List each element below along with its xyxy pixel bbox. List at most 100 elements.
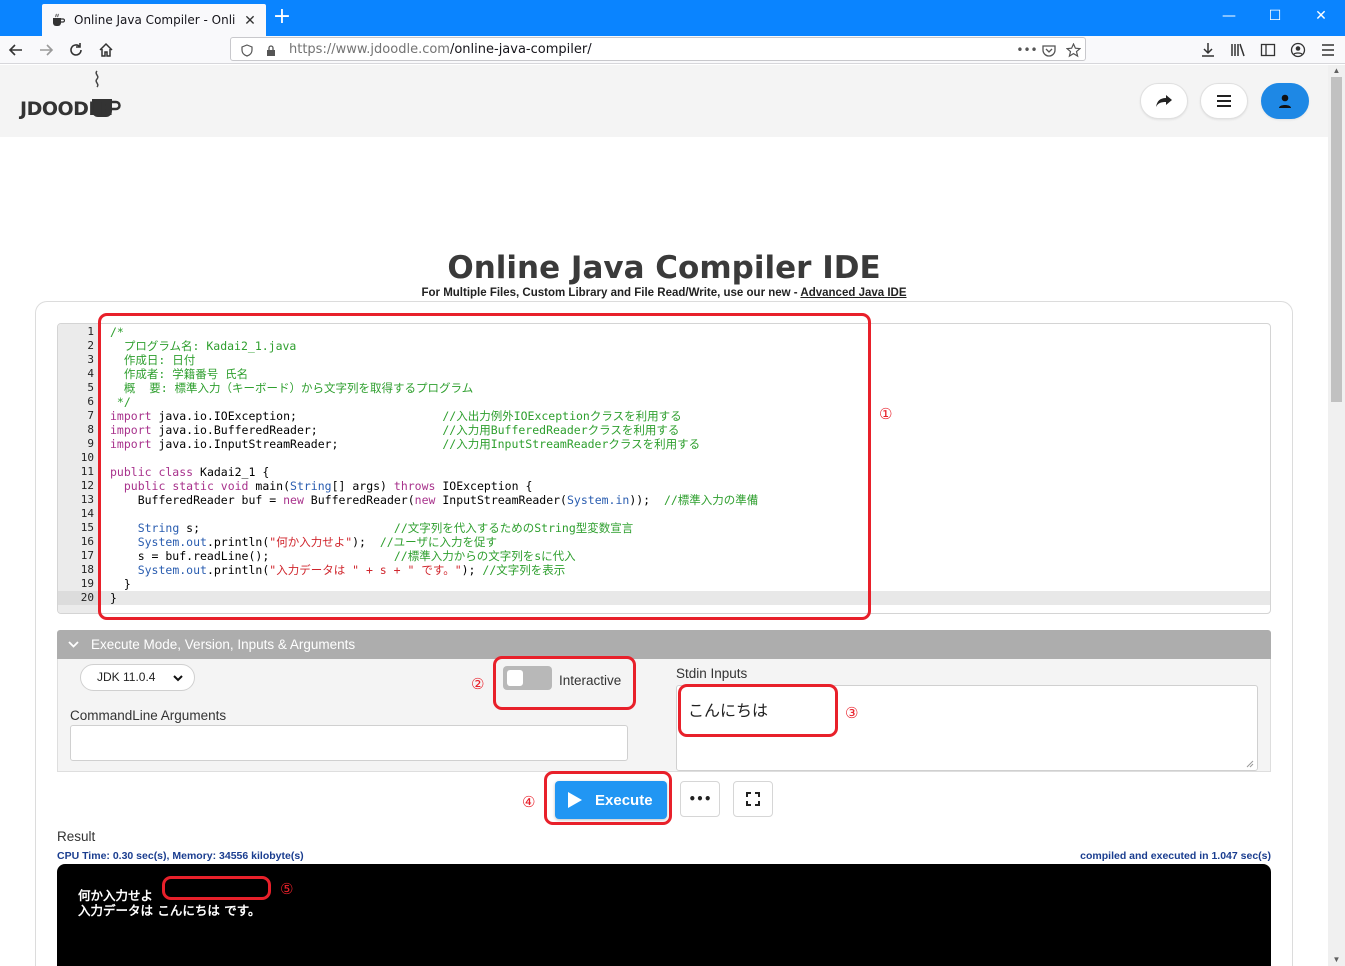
new-tab-button[interactable]: + [270,6,294,30]
url-path: /online-java-compiler/ [449,42,592,57]
fullscreen-icon [746,792,760,806]
downloads-button[interactable] [1196,38,1220,62]
fullscreen-button[interactable] [733,781,773,817]
options-header-label: Execute Mode, Version, Inputs & Argument… [91,637,356,652]
browser-tab[interactable]: Online Java Compiler - Online ✕ [42,4,266,36]
line-number: 7 [87,409,94,422]
page-title: Online Java Compiler IDE [447,250,881,286]
advanced-ide-link[interactable]: Advanced Java IDE [800,287,906,299]
hamburger-icon [1217,95,1231,107]
line-number: 15 [80,521,94,534]
annotation-number-1: ① [879,405,893,423]
annotation-number-4: ④ [522,793,536,811]
user-icon [1279,94,1291,108]
menu-button[interactable] [1316,38,1340,62]
cpu-memory-info: CPU Time: 0.30 sec(s), Memory: 34556 kil… [57,850,304,862]
cmdline-label: CommandLine Arguments [70,708,227,723]
annotation-number-5: ⑤ [280,880,294,898]
subtitle-text: For Multiple Files, Custom Library and F… [421,287,801,299]
hamburger-menu-icon [1322,44,1334,56]
header-menu-button[interactable] [1200,83,1248,119]
page-scrollbar[interactable]: ▲ ▼ [1328,65,1345,966]
options-panel-header[interactable]: Execute Mode, Version, Inputs & Argument… [57,630,1271,659]
window-minimize-button[interactable]: — [1206,0,1252,32]
annotation-box-1 [98,313,871,620]
sidebar-icon [1260,43,1276,57]
line-number: 8 [87,423,94,436]
library-icon [1231,43,1245,57]
line-number: 13 [80,493,94,506]
back-button[interactable] [4,38,28,62]
forward-arrow-icon [40,44,54,56]
reload-button[interactable] [64,38,88,62]
tab-close-icon[interactable]: ✕ [242,12,258,28]
cmdline-args-input[interactable] [70,725,628,761]
compile-time-info: compiled and executed in 1.047 sec(s) [1080,850,1271,862]
line-number: 20 [80,591,94,604]
output-line: 入力データは こんにちは です。 [78,903,261,918]
jdoodle-logo[interactable]: JDOODLE [18,67,128,127]
scroll-down-icon[interactable]: ▼ [1328,954,1345,966]
home-button[interactable] [94,38,118,62]
share-icon [1156,95,1172,107]
sidebar-button[interactable] [1256,38,1280,62]
account-button[interactable] [1286,38,1310,62]
bookmark-star-icon[interactable] [1065,42,1081,58]
shield-icon[interactable] [239,42,255,58]
forward-button[interactable] [34,38,58,62]
line-number: 19 [80,577,94,590]
lock-icon[interactable] [263,42,279,58]
stdin-label: Stdin Inputs [676,666,748,681]
active-gutter-line: 20 [58,591,100,605]
share-button[interactable] [1140,83,1188,119]
svg-text:JDOODLE: JDOODLE [18,98,113,120]
tab-title: Online Java Compiler - Online [74,13,236,27]
line-number: 9 [87,437,94,450]
annotation-number-3: ③ [845,704,859,722]
more-dots-icon: ••• [688,792,712,806]
annotation-box-5 [162,876,271,900]
line-number: 11 [80,465,94,478]
home-icon [99,42,113,57]
line-number: 1 [87,325,94,338]
annotation-box-3 [678,684,838,737]
chevron-down-icon [173,675,183,682]
line-number: 17 [80,549,94,562]
scroll-up-icon[interactable]: ▲ [1328,65,1345,77]
window-close-button[interactable]: ✕ [1298,0,1344,32]
site-header: JDOODLE [0,65,1328,137]
editor-gutter: 1 2 3 4 5 6 7 8 9 10 11 12 13 14 15 16 1… [58,324,100,613]
page-actions-icon[interactable]: ••• [1016,42,1037,58]
page-subtitle: For Multiple Files, Custom Library and F… [0,287,1328,299]
jdk-version-select[interactable]: JDK 11.0.4 [80,664,195,691]
more-options-button[interactable]: ••• [680,781,720,817]
download-icon [1202,43,1214,57]
browser-tab-bar: Online Java Compiler - Online ✕ + — ☐ ✕ [0,0,1345,36]
result-label: Result [57,829,96,844]
annotation-box-2 [493,656,636,710]
line-number: 6 [87,395,94,408]
pocket-icon[interactable] [1041,42,1057,58]
reload-icon [70,43,82,56]
back-arrow-icon [8,44,22,56]
line-number: 16 [80,535,94,548]
line-number: 10 [80,451,94,464]
line-number: 2 [87,339,94,352]
scroll-thumb[interactable] [1331,77,1342,402]
browser-nav-bar: https://www.jdoodle.com/online-java-comp… [0,36,1345,64]
url-host: https://www.jdoodle.com [289,42,450,57]
window-maximize-button[interactable]: ☐ [1252,0,1298,32]
line-number: 14 [80,507,94,520]
jdk-version-value: JDK 11.0.4 [97,670,156,684]
chevron-down-icon[interactable] [66,630,80,659]
line-number: 4 [87,367,94,380]
annotation-box-4 [544,771,672,825]
annotation-number-2: ② [471,675,485,693]
url-text: https://www.jdoodle.com/online-java-comp… [289,42,592,57]
jdoodle-favicon-icon [50,12,66,28]
resize-grip-icon[interactable] [1244,758,1254,768]
url-bar[interactable]: https://www.jdoodle.com/online-java-comp… [230,37,1086,61]
user-login-button[interactable] [1261,83,1309,119]
library-button[interactable] [1226,38,1250,62]
line-number: 3 [87,353,94,366]
